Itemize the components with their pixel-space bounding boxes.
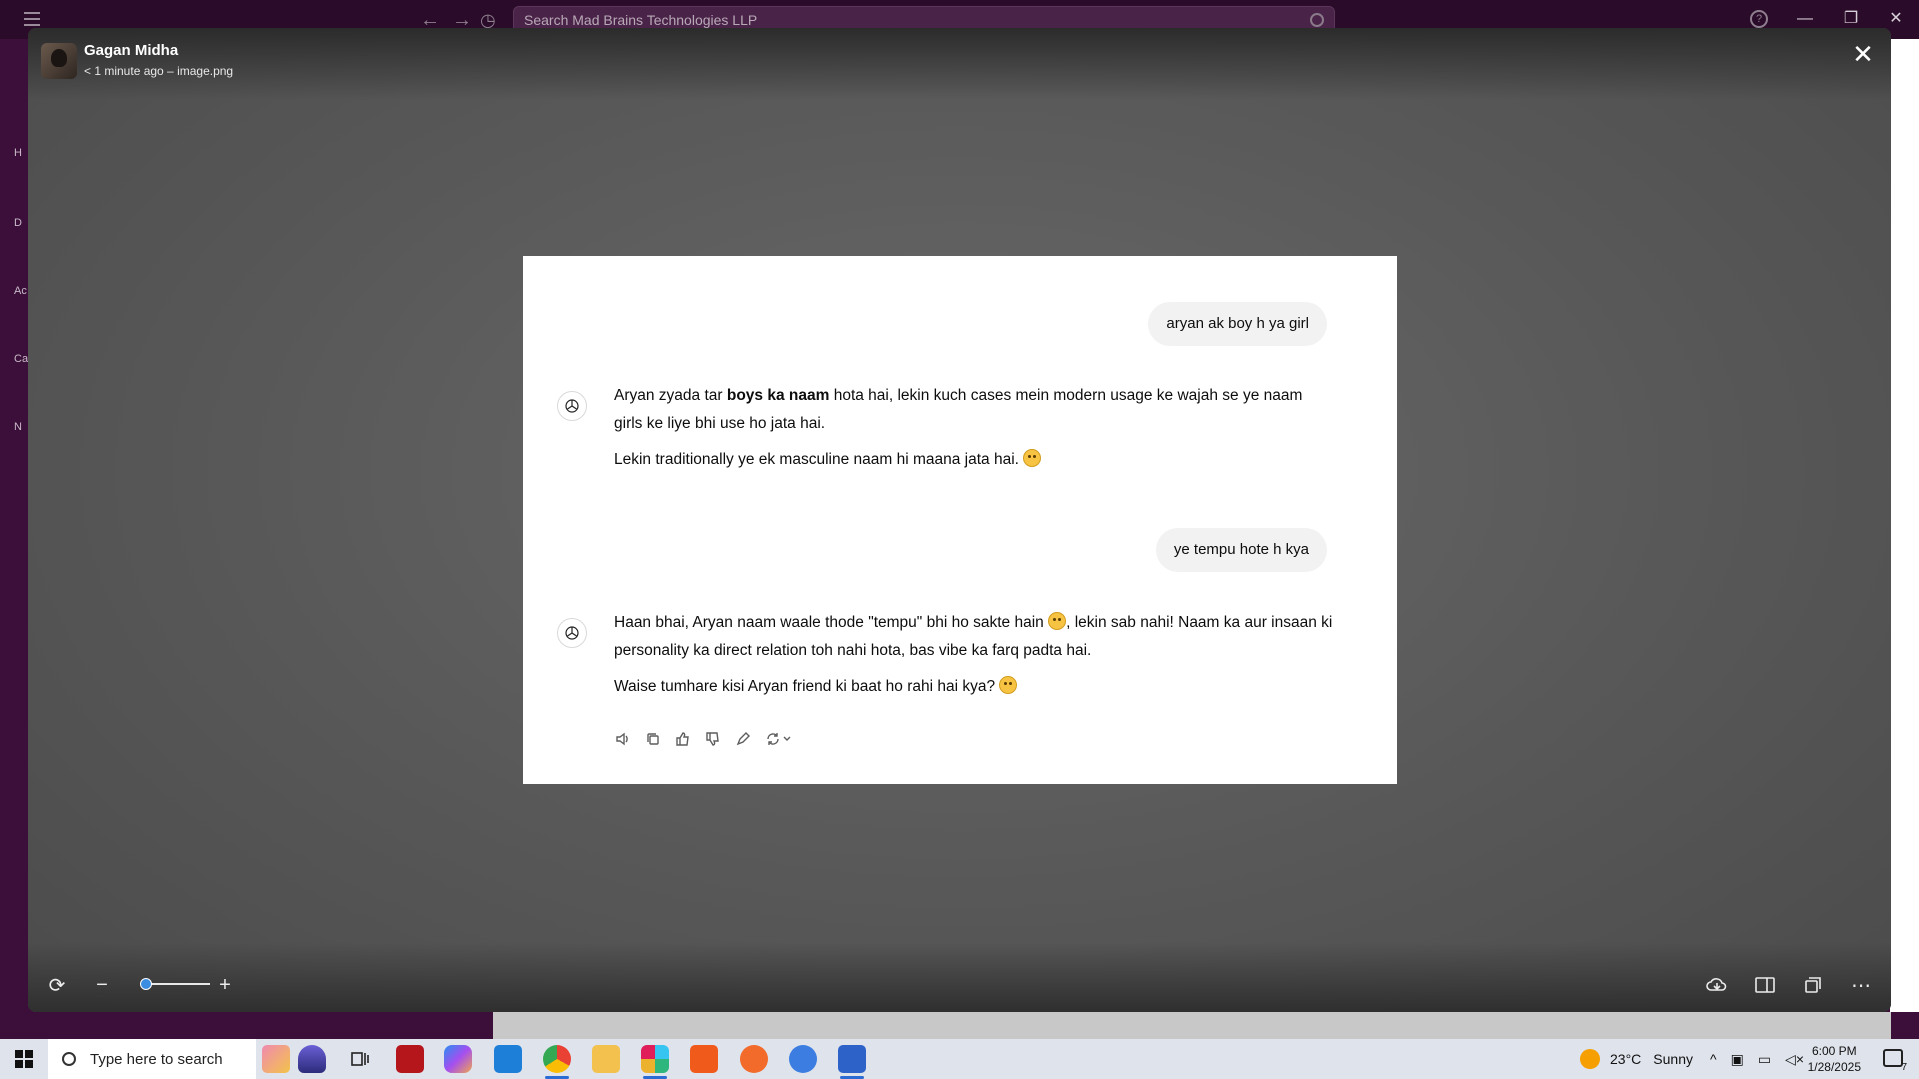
thumbs-down-icon[interactable] — [704, 730, 722, 748]
speaker-icon[interactable] — [614, 730, 632, 748]
workspace-sidebar: H D Ac Ca N — [0, 39, 28, 1039]
windows-start-icon[interactable] — [0, 1039, 48, 1079]
user-message: aryan ak boy h ya girl — [1148, 302, 1327, 346]
open-in-window-icon[interactable] — [1800, 972, 1826, 998]
image-viewer: Gagan Midha < 1 minute ago – image.png ✕… — [28, 28, 1891, 1012]
system-tray: ^ ▣ ▭ ◁× — [1710, 1039, 1804, 1079]
file-explorer-icon[interactable] — [592, 1045, 620, 1073]
user-message: ye tempu hote h kya — [1155, 528, 1327, 572]
minimize-window-button[interactable]: — — [1790, 8, 1820, 30]
more-options-icon[interactable]: ⋯ — [1848, 972, 1874, 998]
clock-icon[interactable]: ◷ — [480, 10, 496, 30]
zoom-slider[interactable] — [146, 983, 210, 985]
chrome-icon[interactable] — [543, 1045, 571, 1079]
vscode-icon[interactable] — [494, 1045, 522, 1073]
assistant-paragraph: Haan bhai, Aryan naam waale thode "tempu… — [614, 609, 1334, 665]
assistant-text: Lekin traditionally ye ek masculine naam… — [614, 451, 1019, 468]
taskbar-search-input[interactable]: Type here to search — [48, 1039, 256, 1079]
hamburger-menu-icon[interactable] — [24, 12, 40, 26]
help-icon[interactable]: ? — [1750, 10, 1768, 28]
author-name[interactable]: Gagan Midha — [84, 42, 178, 59]
app-store-icon[interactable] — [789, 1045, 817, 1073]
assistant-message: Haan bhai, Aryan naam waale thode "tempu… — [614, 609, 1334, 709]
assistant-text: Haan bhai, Aryan naam waale thode "tempu… — [614, 614, 1044, 631]
xampp-icon[interactable] — [690, 1045, 718, 1073]
sidebar-item-home-label[interactable]: H — [14, 147, 22, 159]
task-view-icon[interactable] — [346, 1045, 374, 1073]
notification-count: 7 — [1901, 1062, 1907, 1073]
chatgpt-logo-icon — [557, 618, 587, 648]
zoom-slider-handle[interactable] — [140, 978, 152, 990]
edit-icon[interactable] — [734, 730, 752, 748]
regenerate-icon[interactable] — [764, 730, 794, 748]
copy-icon[interactable] — [644, 730, 662, 748]
workspace-search-placeholder: Search Mad Brains Technologies LLP — [524, 11, 758, 28]
search-icon — [62, 1052, 76, 1066]
taskbar-search-placeholder: Type here to search — [90, 1050, 223, 1068]
close-icon[interactable]: ✕ — [1849, 40, 1877, 68]
sidebar-item-dms-label[interactable]: D — [14, 217, 22, 229]
volume-muted-icon[interactable]: ◁× — [1785, 1051, 1804, 1068]
clock[interactable]: 6:00 PM 1/28/2025 — [1808, 1043, 1861, 1075]
viewer-footer: ⟳ − + ⋯ — [28, 942, 1891, 1012]
message-actions — [614, 730, 794, 748]
assistant-paragraph: Aryan zyada tar boys ka naam hota hai, l… — [614, 382, 1334, 438]
viewer-header: Gagan Midha < 1 minute ago – image.png ✕ — [28, 28, 1891, 100]
thumbs-up-icon[interactable] — [674, 730, 692, 748]
smirking-emoji-icon — [999, 676, 1018, 694]
side-panel-icon[interactable] — [1752, 972, 1778, 998]
copilot-icon[interactable] — [444, 1045, 472, 1073]
weather-temperature: 23°C — [1610, 1051, 1642, 1067]
download-icon[interactable] — [1704, 972, 1730, 998]
widget-icon[interactable] — [262, 1045, 290, 1073]
notification-center-icon[interactable]: 7 — [1883, 1049, 1907, 1073]
search-icon — [1310, 12, 1324, 27]
sun-icon — [1580, 1049, 1600, 1069]
slack-icon[interactable] — [641, 1045, 669, 1079]
postman-icon[interactable] — [740, 1045, 768, 1073]
zoom-out-icon[interactable]: − — [89, 972, 115, 998]
meet-now-icon[interactable]: ▣ — [1731, 1051, 1744, 1068]
assistant-text: Aryan zyada tar — [614, 387, 727, 404]
close-window-button[interactable]: ✕ — [1881, 8, 1911, 30]
arrow-left-icon[interactable]: ← — [420, 10, 440, 30]
avatar[interactable] — [41, 43, 77, 79]
grinning-emoji-icon — [1048, 612, 1067, 630]
sidebar-item-canvas-label[interactable]: Ca — [14, 353, 28, 365]
filezilla-icon[interactable] — [396, 1045, 424, 1073]
chatgpt-logo-icon — [557, 391, 587, 421]
displayed-image: aryan ak boy h ya girl Aryan zyada tar b… — [523, 256, 1397, 784]
weather-widget[interactable]: 23°C Sunny — [1580, 1039, 1693, 1079]
windows-taskbar: Type here to search 23°C Sunny ^ ▣ ▭ ◁× … — [0, 1039, 1919, 1079]
clock-date: 1/28/2025 — [1807, 1060, 1861, 1074]
network-icon[interactable]: ▭ — [1758, 1051, 1771, 1068]
file-meta: < 1 minute ago – image.png — [84, 64, 234, 78]
clock-time: 6:00 PM — [1811, 1044, 1857, 1058]
sidebar-item-activity-label[interactable]: Ac — [14, 285, 27, 297]
restore-window-button[interactable]: ❐ — [1836, 8, 1866, 30]
chevron-up-icon[interactable]: ^ — [1710, 1051, 1717, 1067]
arrow-right-icon[interactable]: → — [452, 10, 472, 30]
assistant-text: Waise tumhare kisi Aryan friend ki baat … — [614, 678, 996, 695]
rotate-icon[interactable]: ⟳ — [44, 972, 70, 998]
hat-app-icon[interactable] — [298, 1045, 326, 1073]
assistant-message: Aryan zyada tar boys ka naam hota hai, l… — [614, 382, 1334, 482]
assistant-bold-text: boys ka naam — [726, 387, 830, 404]
smiling-emoji-icon — [1023, 449, 1042, 467]
weather-description: Sunny — [1653, 1051, 1693, 1067]
zoom-in-icon[interactable]: + — [212, 972, 238, 998]
assistant-paragraph: Lekin traditionally ye ek masculine naam… — [614, 446, 1334, 474]
powershell-icon[interactable] — [838, 1045, 866, 1079]
background-panel — [1890, 39, 1919, 1029]
sidebar-item-more-label[interactable]: N — [14, 421, 22, 433]
message-composer-peek — [493, 1012, 1891, 1039]
assistant-paragraph: Waise tumhare kisi Aryan friend ki baat … — [614, 673, 1334, 701]
